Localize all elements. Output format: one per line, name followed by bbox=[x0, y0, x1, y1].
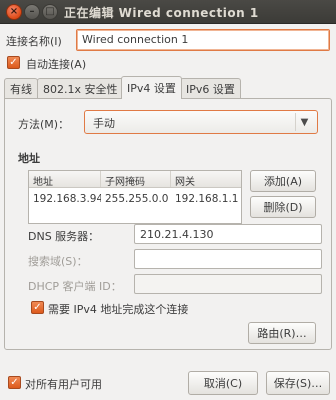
dns-servers-input[interactable]: 210.21.4.130 bbox=[134, 224, 322, 244]
delete-address-button[interactable]: 删除(D) bbox=[250, 196, 316, 218]
checkmark-icon: ✓ bbox=[33, 301, 42, 313]
connection-name-input[interactable]: Wired connection 1 bbox=[76, 29, 330, 51]
column-header-address[interactable]: 地址 bbox=[29, 171, 101, 187]
auto-connect-checkbox[interactable]: ✓ bbox=[7, 56, 20, 69]
method-dropdown[interactable]: 手动 ▼ bbox=[84, 110, 318, 134]
maximize-icon: □ bbox=[45, 6, 55, 17]
save-button[interactable]: 保存(S)… bbox=[266, 371, 330, 395]
triangle-down-icon: ▼ bbox=[295, 113, 313, 131]
all-users-label: 对所有用户可用 bbox=[25, 378, 102, 391]
cell-gateway[interactable]: 192.168.1.1 bbox=[171, 191, 241, 209]
cell-netmask[interactable]: 255.255.0.0 bbox=[101, 191, 171, 209]
cell-address[interactable]: 192.168.3.94 bbox=[29, 191, 101, 209]
close-window-button[interactable]: × bbox=[6, 4, 22, 20]
address-section-title: 地址 bbox=[18, 152, 40, 165]
search-domains-label: 搜索域(S)： bbox=[28, 255, 88, 268]
close-icon: × bbox=[9, 6, 19, 17]
connection-name-label: 连接名称(I) bbox=[6, 35, 62, 48]
method-label: 方法(M)： bbox=[18, 118, 70, 131]
minimize-icon: – bbox=[29, 6, 35, 17]
require-ipv4-label: 需要 IPv4 地址完成这个连接 bbox=[48, 303, 189, 316]
tab-wired[interactable]: 有线 bbox=[4, 78, 38, 98]
dns-servers-label: DNS 服务器： bbox=[28, 230, 100, 243]
address-table[interactable]: 地址 子网掩码 网关 192.168.3.94 255.255.0.0 192.… bbox=[28, 170, 242, 224]
table-row[interactable]: 192.168.3.94 255.255.0.0 192.168.1.1 bbox=[29, 191, 241, 209]
address-table-header: 地址 子网掩码 网关 bbox=[29, 171, 241, 188]
window-title: 正在编辑 Wired connection 1 bbox=[64, 6, 259, 20]
auto-connect-label: 自动连接(A) bbox=[26, 58, 87, 71]
tab-ipv6-settings[interactable]: IPv6 设置 bbox=[180, 78, 241, 98]
dhcp-client-id-label: DHCP 客户端 ID： bbox=[28, 280, 122, 293]
search-domains-input[interactable] bbox=[134, 249, 322, 269]
maximize-window-button[interactable]: □ bbox=[42, 4, 58, 20]
tab-8021x-security[interactable]: 802.1x 安全性 bbox=[37, 78, 124, 98]
require-ipv4-checkbox[interactable]: ✓ bbox=[31, 301, 44, 314]
all-users-checkbox[interactable]: ✓ bbox=[8, 376, 21, 389]
dhcp-client-id-input[interactable] bbox=[134, 274, 322, 294]
checkmark-icon: ✓ bbox=[10, 376, 19, 388]
routes-button[interactable]: 路由(R)… bbox=[248, 322, 316, 344]
title-bar: × – □ 正在编辑 Wired connection 1 bbox=[0, 0, 336, 24]
method-value: 手动 bbox=[93, 117, 115, 130]
tab-ipv4-settings[interactable]: IPv4 设置 bbox=[121, 76, 182, 99]
column-header-netmask[interactable]: 子网掩码 bbox=[101, 171, 171, 187]
column-header-gateway[interactable]: 网关 bbox=[171, 171, 241, 187]
checkmark-icon: ✓ bbox=[9, 56, 18, 68]
add-address-button[interactable]: 添加(A) bbox=[250, 170, 316, 192]
minimize-window-button[interactable]: – bbox=[24, 4, 40, 20]
cancel-button[interactable]: 取消(C) bbox=[188, 371, 258, 395]
